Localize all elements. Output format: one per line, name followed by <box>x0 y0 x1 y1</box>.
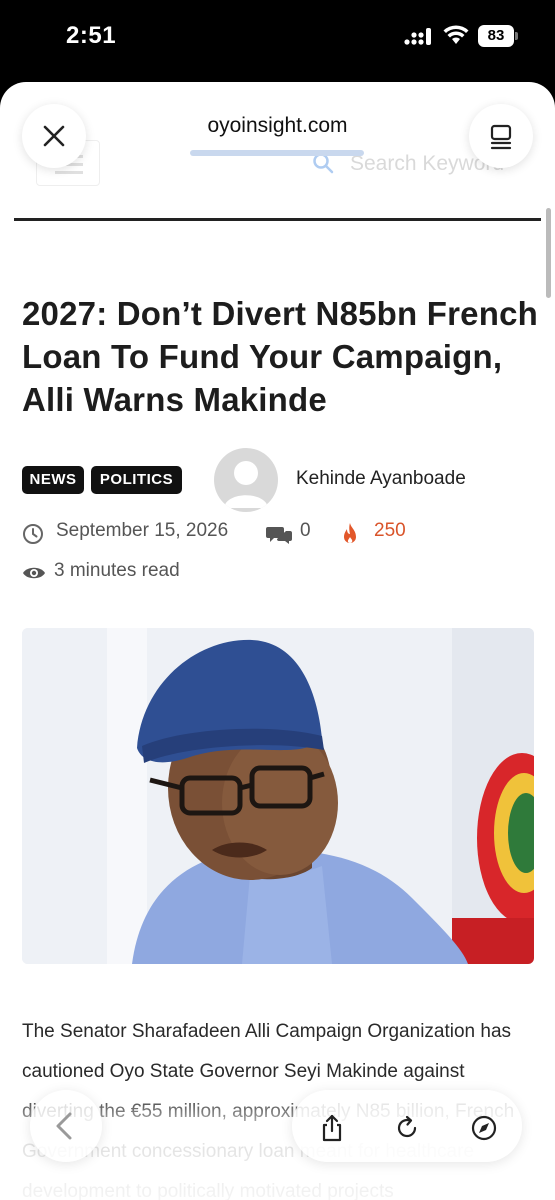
tag-news[interactable]: NEWS <box>22 466 84 494</box>
author-name[interactable]: Kehinde Ayanboade <box>296 468 466 490</box>
cellular-signal-icon <box>404 28 431 45</box>
reader-icon <box>490 124 512 150</box>
publish-date: September 15, 2026 <box>56 520 229 541</box>
reload-icon[interactable] <box>393 1114 421 1142</box>
browser-sheet: Search Keyword oyoinsight.com 2027: Don’… <box>0 82 555 1200</box>
share-icon[interactable] <box>318 1114 346 1142</box>
clock-icon <box>23 524 43 544</box>
page-menu-button[interactable] <box>469 104 533 168</box>
close-icon <box>43 125 65 147</box>
author-avatar[interactable] <box>214 448 278 512</box>
status-bar: 2:51 83 <box>0 0 555 82</box>
url-label[interactable]: oyoinsight.com <box>120 114 435 138</box>
header-divider <box>14 218 541 221</box>
battery-indicator: 83 <box>478 25 520 47</box>
chevron-left-icon <box>56 1112 72 1140</box>
toolbar-actions <box>292 1090 522 1162</box>
comment-icon <box>266 527 292 544</box>
featured-photo-illustration <box>22 628 534 964</box>
compass-icon[interactable] <box>470 1114 498 1142</box>
wifi-icon <box>443 25 469 44</box>
comment-count[interactable]: 0 <box>300 520 311 542</box>
article-headline: 2027: Don’t Divert N85bn French Loan To … <box>22 295 538 418</box>
battery-level: 83 <box>478 25 514 47</box>
fire-icon <box>344 523 356 543</box>
back-button[interactable] <box>30 1090 102 1162</box>
tag-politics[interactable]: POLITICS <box>91 466 182 494</box>
eye-icon <box>23 567 45 579</box>
page-load-progress <box>190 150 364 156</box>
read-time: 3 minutes read <box>54 560 180 581</box>
status-time: 2:51 <box>66 22 117 49</box>
close-button[interactable] <box>22 104 86 168</box>
scrollbar[interactable] <box>546 208 551 298</box>
view-count: 250 <box>374 520 406 541</box>
featured-image[interactable] <box>22 628 534 964</box>
avatar-placeholder-icon <box>224 461 268 508</box>
battery-tip <box>515 32 518 40</box>
